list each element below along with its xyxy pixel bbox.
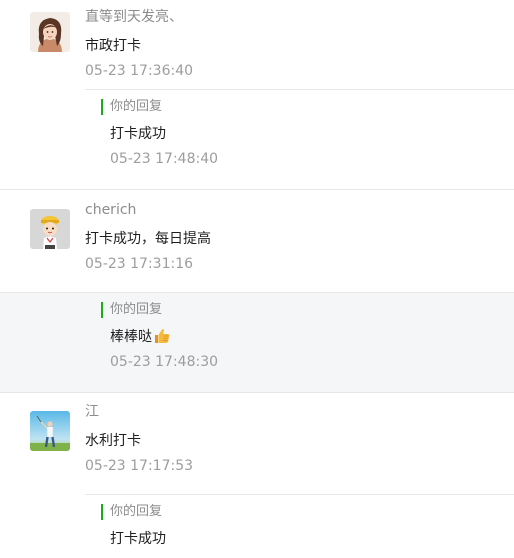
avatar[interactable] — [30, 12, 70, 52]
reply-inner: 你的回复 打卡成功 — [101, 503, 166, 549]
reply-block-highlighted: 你的回复 棒棒哒 05-23 17:48:30 — [0, 292, 514, 392]
avatar-cartoon-icon — [30, 209, 70, 249]
reply-label: 你的回复 — [101, 503, 166, 521]
reply-content: 打卡成功 — [110, 531, 166, 547]
comment-nickname[interactable]: 直等到天发亮、 — [85, 7, 514, 27]
thumbs-up-icon — [153, 327, 171, 351]
comment-nickname[interactable]: 江 — [85, 402, 514, 422]
comment-item: cherich 打卡成功，每日提高 05-23 17:31:16 你的回复 棒棒… — [0, 190, 514, 393]
reply-block: 你的回复 打卡成功 05-23 17:48:40 — [85, 89, 514, 189]
avatar[interactable] — [30, 411, 70, 451]
comment-item: 江 水利打卡 05-23 17:17:53 你的回复 打卡成功 — [0, 393, 514, 558]
comment-content: 打卡成功，每日提高 — [85, 231, 211, 247]
reply-content: 打卡成功 — [110, 126, 166, 142]
reply-content: 棒棒哒 — [101, 327, 218, 347]
avatar-girl-icon — [30, 12, 70, 52]
avatar-golfer-icon — [30, 411, 70, 451]
comment-time: 05-23 17:31:16 — [85, 256, 194, 272]
reply-inner: 你的回复 棒棒哒 05-23 17:48:30 — [101, 301, 218, 372]
reply-time: 05-23 17:48:40 — [110, 151, 219, 167]
comment-nickname[interactable]: cherich — [85, 200, 514, 220]
reply-block: 你的回复 打卡成功 — [85, 494, 514, 558]
comment-content: 市政打卡 — [85, 38, 141, 54]
reply-time: 05-23 17:48:30 — [110, 354, 219, 370]
reply-label: 你的回复 — [101, 98, 218, 116]
avatar[interactable] — [30, 209, 70, 249]
comment-time: 05-23 17:17:53 — [85, 458, 194, 474]
comment-body: 江 水利打卡 05-23 17:17:53 — [85, 402, 514, 476]
comment-body: 直等到天发亮、 市政打卡 05-23 17:36:40 — [85, 7, 514, 81]
comment-item: 直等到天发亮、 市政打卡 05-23 17:36:40 你的回复 打卡成功 05… — [0, 0, 514, 190]
reply-content-text: 棒棒哒 — [110, 329, 152, 345]
reply-inner: 你的回复 打卡成功 05-23 17:48:40 — [101, 98, 218, 169]
reply-label: 你的回复 — [101, 301, 218, 319]
comment-time: 05-23 17:36:40 — [85, 63, 194, 79]
comment-content: 水利打卡 — [85, 433, 141, 449]
comment-body: cherich 打卡成功，每日提高 05-23 17:31:16 — [85, 200, 514, 274]
comment-list: 直等到天发亮、 市政打卡 05-23 17:36:40 你的回复 打卡成功 05… — [0, 0, 514, 558]
